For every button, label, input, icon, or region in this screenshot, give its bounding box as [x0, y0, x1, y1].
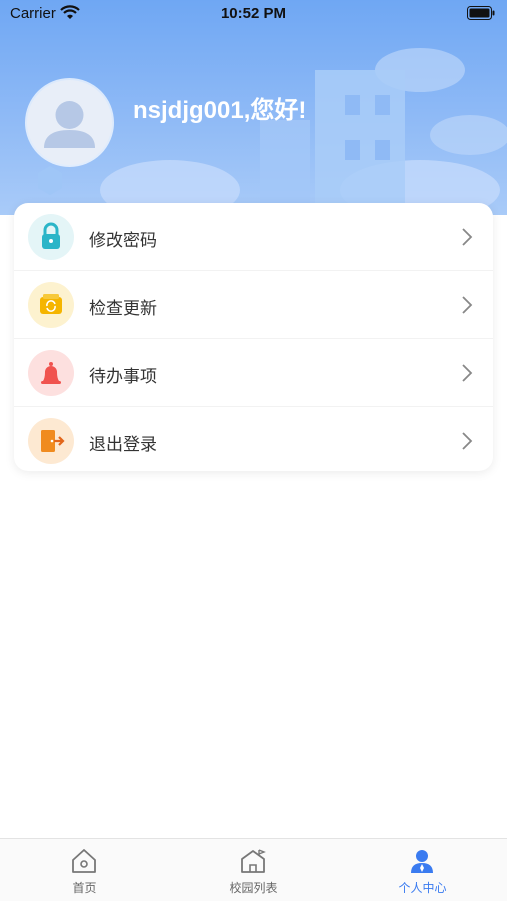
- chevron-right-icon: [461, 227, 473, 251]
- lock-icon: [28, 214, 74, 260]
- bell-icon: [28, 350, 74, 396]
- menu-item-todo[interactable]: 待办事项: [14, 339, 493, 407]
- tab-label: 校园列表: [229, 881, 278, 895]
- home-icon: [70, 847, 98, 879]
- menu-item-logout[interactable]: 退出登录: [14, 407, 493, 474]
- menu-item-label: 检查更新: [89, 299, 157, 319]
- battery-icon: [467, 6, 495, 24]
- menu-item-label: 退出登录: [89, 435, 157, 455]
- menu-item-label: 修改密码: [89, 231, 157, 251]
- clock: 10:52 PM: [220, 5, 287, 22]
- tab-label: 个人中心: [398, 881, 447, 895]
- menu-item-change-password[interactable]: 修改密码: [14, 203, 493, 271]
- user-greeting: nsjdjg001,您好!: [133, 97, 307, 124]
- chevron-right-icon: [461, 431, 473, 455]
- tab-home[interactable]: 首页: [0, 839, 169, 901]
- chevron-right-icon: [461, 363, 473, 387]
- refresh-icon: [28, 282, 74, 328]
- tab-label: 首页: [72, 881, 97, 895]
- settings-menu: 修改密码 检查更新 待办事项 退出登录: [14, 203, 493, 471]
- exit-door-icon: [28, 418, 74, 464]
- menu-item-check-update[interactable]: 检查更新: [14, 271, 493, 339]
- tab-bar: 首页 校园列表 个人中心: [0, 838, 507, 901]
- default-user-avatar-icon: [44, 101, 95, 148]
- tab-personal-center[interactable]: 个人中心: [338, 839, 507, 901]
- menu-item-label: 待办事项: [89, 367, 157, 387]
- tab-school-list[interactable]: 校园列表: [169, 839, 338, 901]
- profile-header: Carrier 10:52 PM nsjdjg001,您好!: [0, 0, 507, 215]
- school-icon: [239, 847, 267, 879]
- chevron-right-icon: [461, 295, 473, 319]
- user-icon: [408, 847, 436, 879]
- avatar[interactable]: [27, 80, 112, 165]
- status-bar: Carrier 10:52 PM: [0, 0, 507, 28]
